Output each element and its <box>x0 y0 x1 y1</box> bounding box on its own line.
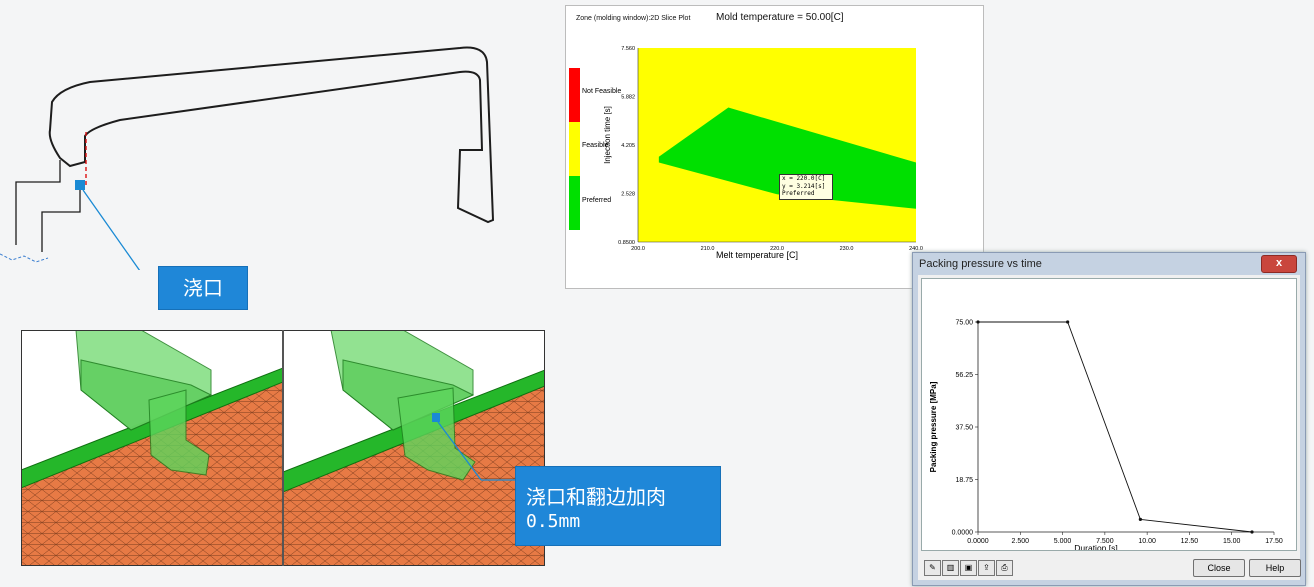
y-tick-label: 7.560 <box>621 46 635 52</box>
packing-chart: 0.0000 2.500 5.000 7.500 10.00 12.50 15.00 17.5… <box>929 320 1283 554</box>
tooltip-x: x = 220.0[C] <box>782 175 826 182</box>
x-tick-label: 200.0 <box>631 246 645 252</box>
x-tick-label: 2.500 <box>1012 538 1030 545</box>
x-tick-label: 15.00 <box>1223 538 1241 545</box>
x-tick-label: 12.50 <box>1181 538 1199 545</box>
help-button[interactable]: Help <box>1249 559 1301 577</box>
mesh-panel-divider <box>282 330 284 566</box>
y-tick-label: 37.50 <box>955 425 973 432</box>
y-tick-label: 0.8500 <box>618 240 635 246</box>
print-icon[interactable]: ⎙ <box>996 560 1013 576</box>
y-tick-label: 0.0000 <box>952 530 974 537</box>
y-tick-label: 4.205 <box>621 143 635 149</box>
y-tick-label: 75.00 <box>955 320 973 327</box>
close-button[interactable]: Close <box>1193 559 1245 577</box>
tooltip-zone: Preferred <box>782 190 815 197</box>
pressure-point <box>1066 320 1070 324</box>
pressure-series-line <box>978 321 1253 533</box>
tooltip-y: y = 3.214[s] <box>782 182 826 190</box>
x-tick-label: 0.0000 <box>967 538 989 545</box>
part-outline-drawing <box>0 46 495 270</box>
gate-mesh-render-right <box>283 330 545 566</box>
x-tick-label: 17.50 <box>1265 538 1283 545</box>
y-axis-label: Injection time [s] <box>603 106 612 164</box>
export-icon[interactable]: ⇪ <box>978 560 995 576</box>
x-tick-label: 230.0 <box>840 246 854 252</box>
gate-flange-callout-line1: 浇口和翻边加肉 <box>526 485 666 509</box>
y-tick-label: 18.75 <box>955 477 973 484</box>
packing-plot-area: 0.0000 2.500 5.000 7.500 10.00 12.50 15.00 17.5… <box>921 278 1297 554</box>
dialog-body: 0.0000 2.500 5.000 7.500 10.00 12.50 15.00 17.5… <box>918 275 1301 580</box>
packing-pressure-dialog: Packing pressure vs time x 0.0000 2.500 5.… <box>912 252 1306 586</box>
x-tick-label: 210.0 <box>701 246 715 252</box>
y-tick-label: 2.528 <box>621 191 635 197</box>
slice-plot-panel: Zone (molding window):2D Slice Plot Mold… <box>565 5 984 289</box>
x-axis-label: Melt temperature [C] <box>716 250 798 260</box>
y-axis-label: Packing pressure [MPa] <box>929 381 938 472</box>
columns-icon[interactable]: ▥ <box>942 560 959 576</box>
edit-icon[interactable]: ✎ <box>924 560 941 576</box>
gate-callout: 浇口 <box>158 266 248 310</box>
dialog-close-x-button[interactable]: x <box>1261 255 1297 273</box>
gate-flange-callout: 浇口和翻边加肉 0.5mm <box>515 466 721 546</box>
pressure-point <box>1138 517 1142 521</box>
gate-flange-callout-line2: 0.5mm <box>526 511 581 532</box>
pressure-point <box>976 320 980 324</box>
zone-tooltip: x = 220.0[C] y = 3.214[s] Preferred <box>779 174 833 200</box>
zone-plot: 200.0 210.0 220.0 230.0 240.07.5605.8824.205… <box>603 46 923 260</box>
x-tick-label: 10.00 <box>1138 538 1156 545</box>
y-tick-label: 56.25 <box>955 372 973 379</box>
gate-mesh-render-left <box>21 330 283 566</box>
dialog-title: Packing pressure vs time <box>919 258 1042 270</box>
x-axis-label: Duration [s] <box>1074 543 1117 550</box>
x-tick-label: 5.000 <box>1054 538 1072 545</box>
save-icon[interactable]: ▣ <box>960 560 977 576</box>
y-tick-label: 5.882 <box>621 95 635 101</box>
pressure-point <box>1250 530 1254 534</box>
